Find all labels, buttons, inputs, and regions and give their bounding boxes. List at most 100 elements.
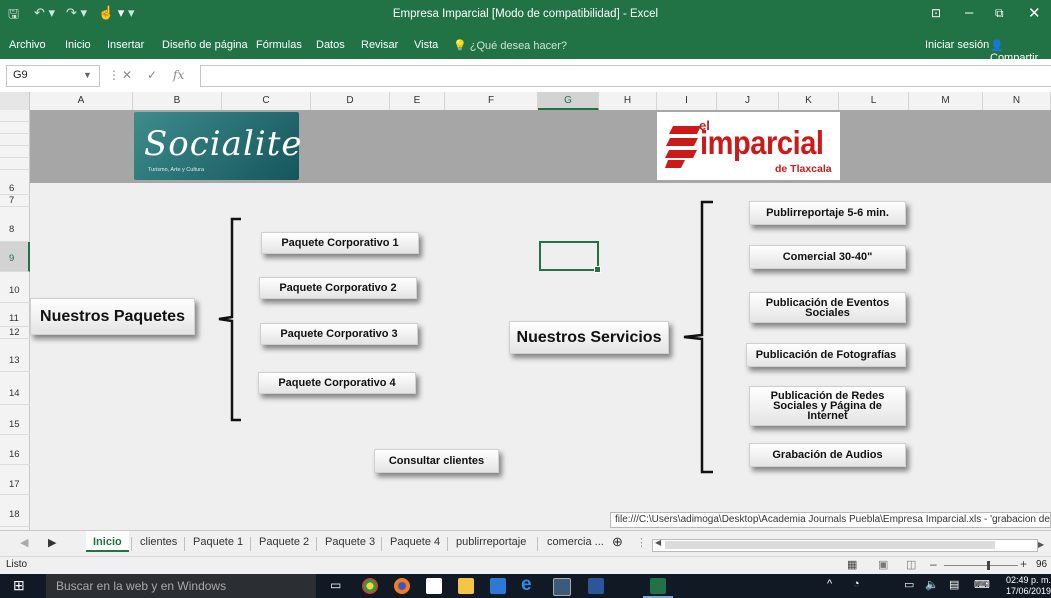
file-explorer-icon[interactable] <box>458 578 474 594</box>
column-header-m[interactable]: M <box>909 92 983 110</box>
select-all-corner[interactable] <box>0 92 30 110</box>
scroll-left-icon[interactable]: ◀ <box>655 538 661 547</box>
paquete-corporativo-1-button[interactable]: Paquete Corporativo 1 <box>261 232 419 254</box>
tab-revisar[interactable]: Revisar <box>361 39 398 51</box>
column-header-c[interactable]: C <box>222 92 311 110</box>
paquete-corporativo-3-button[interactable]: Paquete Corporativo 3 <box>260 323 418 345</box>
tab-inicio[interactable]: Inicio <box>65 39 91 51</box>
tell-me-search[interactable]: 💡 ¿Qué desea hacer? <box>453 39 567 52</box>
zoom-slider[interactable] <box>944 561 1018 570</box>
scroll-tabs-left-icon[interactable]: ◀ <box>20 536 28 549</box>
column-header-h[interactable]: H <box>599 92 657 110</box>
page-break-icon[interactable]: ◫ <box>906 558 916 571</box>
excel-icon[interactable] <box>650 578 666 594</box>
normal-view-icon[interactable]: ▦ <box>847 558 857 571</box>
tab-archivo[interactable]: Archivo <box>9 39 46 51</box>
worksheet[interactable]: Socialite Turismo, Arte y Cultura el imp… <box>30 110 1051 530</box>
column-header-l[interactable]: L <box>839 92 909 110</box>
scrollbar-thumb[interactable] <box>665 541 995 549</box>
sheet-tab-paquete-2[interactable]: Paquete 2 <box>259 536 309 548</box>
volume-icon[interactable]: 🔈 <box>925 578 939 591</box>
formula-input[interactable] <box>200 65 1051 87</box>
column-header-k[interactable]: K <box>779 92 839 110</box>
consultar-clientes-button[interactable]: Consultar clientes <box>374 449 499 473</box>
column-header-g[interactable]: G <box>538 92 599 110</box>
photos-icon[interactable] <box>553 578 571 596</box>
service-grabacion-audios-button[interactable]: Grabación de Audios <box>749 443 906 467</box>
wifi-icon[interactable]: ◔ <box>853 578 860 590</box>
page-layout-icon[interactable]: ▣ <box>878 558 888 571</box>
name-box[interactable]: G9 ▼ <box>6 65 100 87</box>
column-header-e[interactable]: E <box>390 92 445 110</box>
task-view-icon[interactable]: ▭ <box>330 578 341 592</box>
sheet-tab-paquete-4[interactable]: Paquete 4 <box>390 536 440 548</box>
restore-icon[interactable]: ⧉ <box>995 6 1004 21</box>
paquete-corporativo-2-button[interactable]: Paquete Corporativo 2 <box>259 277 417 299</box>
tab-insertar[interactable]: Insertar <box>107 39 144 51</box>
row-header-4[interactable] <box>0 146 30 158</box>
row-header-9[interactable]: 9 <box>0 242 30 272</box>
column-header-d[interactable]: D <box>311 92 390 110</box>
row-header-7[interactable]: 7 <box>0 195 30 207</box>
column-header-a[interactable]: A <box>30 92 133 110</box>
sheet-tab-publirreportaje[interactable]: publirreportaje <box>456 536 526 548</box>
nuestros-servicios-button[interactable]: Nuestros Servicios <box>509 321 669 354</box>
scroll-tabs-right-icon[interactable]: ▶ <box>48 536 56 549</box>
chevron-down-icon[interactable]: ▼ <box>83 70 92 80</box>
service-redes-sociales-button[interactable]: Publicación de Redes Sociales y Página d… <box>749 386 906 426</box>
service-comercial-button[interactable]: Comercial 30-40" <box>749 245 906 269</box>
tab-diseno[interactable]: Diseño de página <box>162 39 248 51</box>
keyboard-icon[interactable]: ⌨ <box>974 578 990 591</box>
sheet-tab-inicio[interactable]: Inicio <box>86 531 129 552</box>
row-header-16[interactable]: 16 <box>0 435 30 465</box>
selected-cell-g9[interactable] <box>539 241 601 273</box>
row-header-17[interactable]: 17 <box>0 465 30 495</box>
row-header-13[interactable]: 13 <box>0 339 30 372</box>
sheet-tab-clientes[interactable]: clientes <box>140 536 177 548</box>
row-header-15[interactable]: 15 <box>0 405 30 435</box>
taskbar-search[interactable]: Buscar en la web y en Windows <box>46 574 316 598</box>
service-fotografias-button[interactable]: Publicación de Fotografías <box>746 343 906 367</box>
scroll-right-icon[interactable]: ▶ <box>1038 540 1044 549</box>
column-header-n[interactable]: N <box>983 92 1051 110</box>
service-publirreportaje-button[interactable]: Publirreportaje 5-6 min. <box>749 201 906 225</box>
zoom-level[interactable]: 96 <box>1036 559 1047 570</box>
column-header-b[interactable]: B <box>133 92 222 110</box>
row-header-11[interactable]: 11 <box>0 303 30 327</box>
edge-icon[interactable]: e <box>521 574 532 596</box>
notifications-icon[interactable]: ▤ <box>949 578 959 591</box>
tabs-splitter-icon[interactable]: ⋮ <box>636 536 647 549</box>
column-header-j[interactable]: J <box>717 92 779 110</box>
paquete-corporativo-4-button[interactable]: Paquete Corporativo 4 <box>258 372 416 394</box>
row-header-12[interactable]: 12 <box>0 327 30 339</box>
zoom-in-icon[interactable]: + <box>1020 557 1027 571</box>
row-header-10[interactable]: 10 <box>0 272 30 303</box>
login-link[interactable]: Iniciar sesión <box>925 39 989 51</box>
cancel-icon[interactable]: ✕ <box>122 68 132 82</box>
clock-date[interactable]: 17/06/2019 <box>1006 586 1051 596</box>
row-header-5[interactable] <box>0 158 30 170</box>
add-sheet-icon[interactable]: ⊕ <box>612 534 623 550</box>
row-header-8[interactable]: 8 <box>0 207 30 242</box>
fill-handle[interactable] <box>594 266 601 273</box>
chrome-icon[interactable] <box>362 578 378 594</box>
row-header-6[interactable]: 6 <box>0 183 30 195</box>
row-header-18[interactable]: 18 <box>0 495 30 527</box>
horizontal-scrollbar[interactable]: ◀ <box>652 538 1038 552</box>
store-icon[interactable] <box>426 578 442 594</box>
media-player-icon[interactable] <box>490 578 506 594</box>
sheet-tab-paquete-1[interactable]: Paquete 1 <box>193 536 243 548</box>
minimize-icon[interactable]: – <box>965 4 973 21</box>
tab-vista[interactable]: Vista <box>414 39 438 51</box>
zoom-slider-thumb[interactable] <box>987 561 990 570</box>
row-header-2[interactable] <box>0 122 30 134</box>
service-eventos-sociales-button[interactable]: Publicación de Eventos Sociales <box>749 292 906 323</box>
row-header-1[interactable] <box>0 110 30 122</box>
row-header-3[interactable] <box>0 134 30 146</box>
insert-function-icon[interactable]: fx <box>173 68 184 82</box>
windows-start-icon[interactable]: ⊞ <box>13 577 25 594</box>
chevron-up-icon[interactable]: ^ <box>827 578 832 590</box>
nuestros-paquetes-button[interactable]: Nuestros Paquetes <box>30 298 195 335</box>
word-icon[interactable] <box>588 578 604 594</box>
enter-icon[interactable]: ✓ <box>147 68 157 82</box>
